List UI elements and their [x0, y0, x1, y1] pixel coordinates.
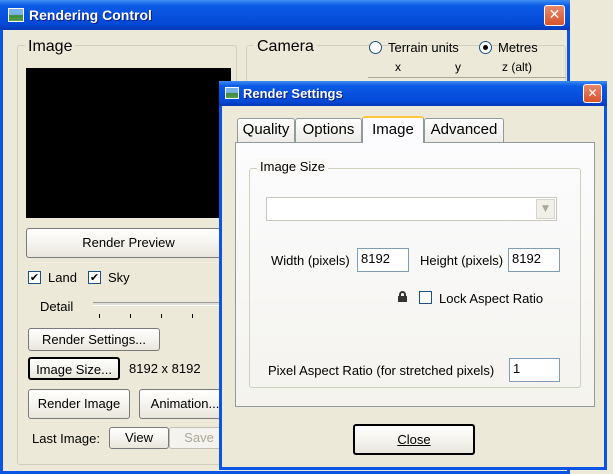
metres-label: Metres — [498, 40, 538, 55]
width-value: 8192 — [361, 251, 390, 266]
column-y-label: y — [455, 60, 461, 74]
tab-quality[interactable]: Quality — [237, 118, 295, 142]
tab-quality-label: Quality — [242, 121, 290, 138]
render-settings-dialog: Render Settings ✕ Quality Options Advanc… — [219, 81, 607, 470]
tab-image-label: Image — [372, 121, 414, 138]
width-input[interactable]: 8192 — [357, 248, 409, 272]
render-image-button[interactable]: Render Image — [28, 389, 130, 419]
pixel-aspect-input[interactable]: 1 — [509, 358, 560, 382]
image-size-group-label: Image Size — [257, 159, 329, 174]
image-size-button[interactable]: Image Size... — [28, 357, 120, 380]
land-label: Land — [48, 270, 77, 285]
column-z-label: z (alt) — [502, 60, 532, 74]
metres-radio[interactable] — [479, 41, 492, 54]
image-preview — [26, 68, 231, 218]
tab-image[interactable]: Image — [362, 116, 424, 143]
render-settings-title: Render Settings — [243, 86, 343, 101]
sky-label: Sky — [108, 270, 130, 285]
tab-options-label: Options — [302, 121, 355, 138]
rendering-control-title: Rendering Control — [29, 7, 152, 23]
height-label: Height (pixels) — [420, 253, 504, 268]
land-checkbox[interactable]: ✔ — [28, 271, 41, 284]
close-button[interactable]: Close — [353, 424, 475, 455]
render-image-label: Render Image — [37, 396, 121, 411]
height-value: 8192 — [512, 251, 541, 266]
terrain-units-radio[interactable] — [369, 41, 382, 54]
view-button[interactable]: View — [109, 427, 169, 449]
chevron-down-icon[interactable]: ▼ — [536, 199, 555, 219]
image-size-preset-dropdown[interactable]: ▼ — [266, 197, 557, 221]
render-preview-button[interactable]: Render Preview — [26, 228, 231, 258]
lock-aspect-label: Lock Aspect Ratio — [439, 291, 544, 306]
animation-button[interactable]: Animation... — [139, 389, 231, 419]
detail-slider-ticks — [99, 314, 224, 318]
animation-label: Animation... — [150, 396, 220, 411]
tab-advanced[interactable]: Advanced — [424, 118, 504, 142]
detail-slider-track[interactable] — [93, 302, 228, 306]
tab-options[interactable]: Options — [295, 118, 362, 142]
render-settings-titlebar[interactable]: Render Settings ✕ — [219, 81, 607, 106]
tab-advanced-label: Advanced — [430, 121, 498, 138]
close-icon[interactable]: ✕ — [544, 5, 565, 26]
view-label: View — [125, 430, 153, 445]
lock-aspect-checkbox[interactable] — [419, 291, 432, 304]
app-icon — [8, 8, 24, 22]
save-label: Save — [184, 430, 214, 445]
detail-label: Detail — [40, 299, 74, 314]
sky-checkbox[interactable]: ✔ — [88, 271, 101, 284]
camera-group-label: Camera — [254, 38, 317, 56]
pixel-aspect-label: Pixel Aspect Ratio (for stretched pixels… — [268, 363, 495, 378]
rendering-control-titlebar[interactable]: Rendering Control ✕ — [0, 0, 570, 30]
render-preview-label: Render Preview — [82, 235, 175, 250]
column-x-label: x — [395, 60, 401, 74]
pixel-aspect-value: 1 — [513, 361, 521, 376]
lock-icon — [398, 291, 407, 302]
close-icon[interactable]: ✕ — [583, 84, 602, 103]
render-settings-label: Render Settings... — [41, 332, 147, 347]
height-input[interactable]: 8192 — [508, 248, 560, 272]
image-group-label: Image — [25, 38, 76, 56]
image-size-label: Image Size... — [36, 362, 112, 377]
render-settings-button[interactable]: Render Settings... — [28, 328, 160, 351]
last-image-label: Last Image: — [32, 431, 100, 446]
image-size-value: 8192 x 8192 — [129, 361, 201, 376]
close-button-label: Close — [397, 432, 431, 447]
terrain-units-label: Terrain units — [388, 40, 459, 55]
dialog-icon — [225, 87, 239, 99]
width-label: Width (pixels) — [271, 253, 350, 268]
